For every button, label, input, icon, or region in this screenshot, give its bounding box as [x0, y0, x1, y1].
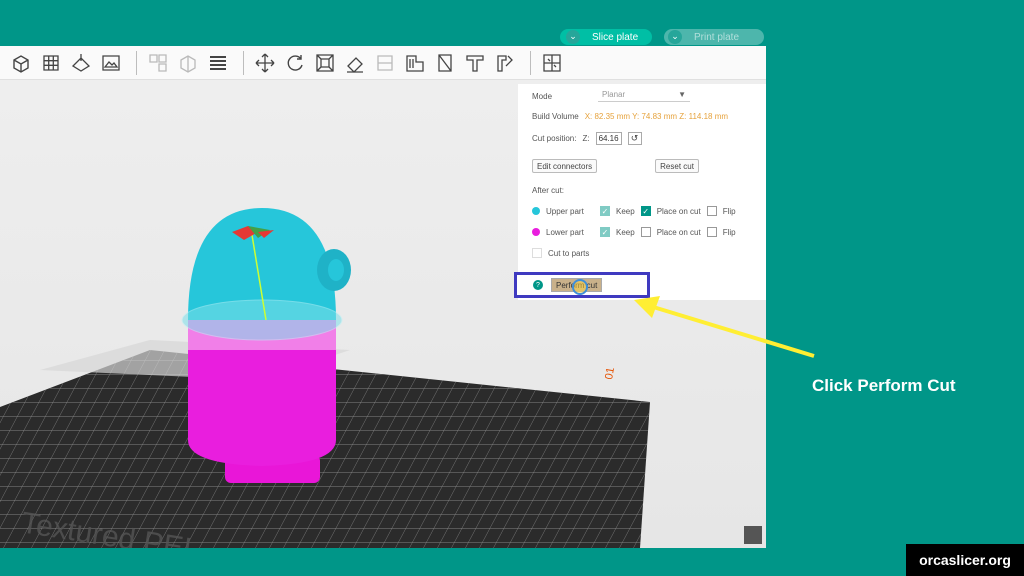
axis-label: Z:: [582, 134, 590, 143]
split-parts-icon[interactable]: [175, 50, 201, 76]
upper-keep-label: Keep: [616, 206, 635, 216]
build-volume-label: Build Volume: [532, 112, 579, 121]
cut-settings-panel: Mode Planar ▼ Build Volume X: 82.35 mm Y…: [518, 84, 766, 300]
connectors-row: Edit connectors Reset cut: [532, 159, 699, 173]
cut-to-parts-row: Cut to parts: [532, 248, 589, 258]
mode-row: Mode Planar ▼: [532, 90, 690, 102]
mode-value: Planar: [602, 90, 626, 99]
upper-keep-checkbox[interactable]: ✓: [600, 206, 610, 216]
reset-position-icon[interactable]: ↺: [627, 132, 642, 145]
brand-watermark: orcaslicer.org: [906, 544, 1024, 576]
lower-part-color-icon: [532, 228, 540, 236]
toolbar-divider: [243, 50, 244, 75]
mode-select[interactable]: Planar ▼: [598, 90, 690, 102]
slice-plate-label: Slice plate: [592, 31, 639, 43]
scale-icon[interactable]: [312, 50, 338, 76]
after-cut-label: After cut:: [532, 186, 565, 195]
cut-to-parts-label: Cut to parts: [548, 248, 590, 258]
reset-cut-button[interactable]: Reset cut: [655, 159, 699, 173]
perform-cut-button[interactable]: Perform cut: [551, 278, 603, 295]
build-volume-values: X: 82.35 mm Y: 74.83 mm Z: 114.18 mm: [584, 112, 729, 121]
text-icon[interactable]: [462, 50, 488, 76]
lower-place-on-cut-checkbox[interactable]: [640, 227, 651, 237]
toolbar: [0, 46, 766, 80]
cut-icon[interactable]: [372, 50, 398, 76]
orient-icon[interactable]: [68, 50, 94, 76]
cut-position-row: Cut position: Z: 64.16 ↺: [532, 132, 642, 145]
svg-text:01: 01: [603, 366, 617, 380]
lower-keep-checkbox[interactable]: ✓: [600, 227, 610, 237]
lower-part-row: Lower part ✓ Keep Place on cut Flip: [532, 227, 736, 237]
print-plate-label: Print plate: [694, 31, 740, 43]
print-plate-button[interactable]: ⌄ Print plate: [664, 29, 764, 45]
upper-place-on-cut-label: Place on cut: [656, 206, 701, 216]
upper-part-row: Upper part ✓ Keep ✓ Place on cut Flip: [532, 206, 736, 216]
toolbar-divider: [530, 50, 531, 75]
perform-cut-highlight: ? Perform cut: [514, 272, 650, 298]
edit-connectors-button[interactable]: Edit connectors: [532, 159, 598, 173]
cut-position-label: Cut position:: [532, 134, 577, 143]
variable-layer-icon[interactable]: [402, 50, 428, 76]
print-dropdown-icon[interactable]: ⌄: [668, 30, 682, 44]
move-icon[interactable]: [252, 50, 278, 76]
seam-icon[interactable]: [432, 50, 458, 76]
chevron-down-icon: ▼: [678, 90, 686, 99]
support-paint-icon[interactable]: [492, 50, 518, 76]
rotate-icon[interactable]: [282, 50, 308, 76]
screenshot: ⌄ Slice plate ⌄ Print plate Textured PEI…: [0, 28, 766, 548]
build-volume-row: Build Volume X: 82.35 mm Y: 74.83 mm Z: …: [532, 112, 728, 121]
lower-flip-checkbox[interactable]: [706, 227, 717, 237]
add-object-icon[interactable]: [8, 50, 34, 76]
cut-position-input[interactable]: 64.16: [595, 132, 622, 145]
slice-dropdown-icon[interactable]: ⌄: [566, 30, 580, 44]
plate-view-icon[interactable]: [98, 50, 124, 76]
grid-arrange-icon[interactable]: [38, 50, 64, 76]
upper-place-on-cut-checkbox[interactable]: ✓: [640, 206, 651, 216]
slice-plate-button[interactable]: ⌄ Slice plate: [560, 29, 652, 45]
cut-to-parts-checkbox[interactable]: [532, 248, 542, 258]
after-cut-row: After cut:: [532, 186, 564, 195]
upper-flip-label: Flip: [722, 206, 736, 216]
lay-on-face-icon[interactable]: [342, 50, 368, 76]
upper-part-label: Upper part: [546, 206, 584, 216]
help-icon[interactable]: ?: [533, 280, 543, 290]
upper-flip-checkbox[interactable]: [706, 206, 717, 216]
lower-part-label: Lower part: [546, 227, 584, 237]
toolbar-divider: [136, 50, 137, 75]
lower-keep-label: Keep: [616, 227, 635, 237]
callout-text: Click Perform Cut: [812, 376, 956, 395]
lower-place-on-cut-label: Place on cut: [656, 227, 701, 237]
split-objects-icon[interactable]: [145, 50, 171, 76]
title-bar: ⌄ Slice plate ⌄ Print plate: [0, 28, 766, 46]
cut-plane: [181, 299, 343, 341]
lower-flip-label: Flip: [722, 227, 736, 237]
upper-part-color-icon: [532, 207, 540, 215]
assembly-icon[interactable]: [539, 50, 565, 76]
mode-label: Mode: [532, 91, 553, 101]
layers-icon[interactable]: [205, 50, 231, 76]
